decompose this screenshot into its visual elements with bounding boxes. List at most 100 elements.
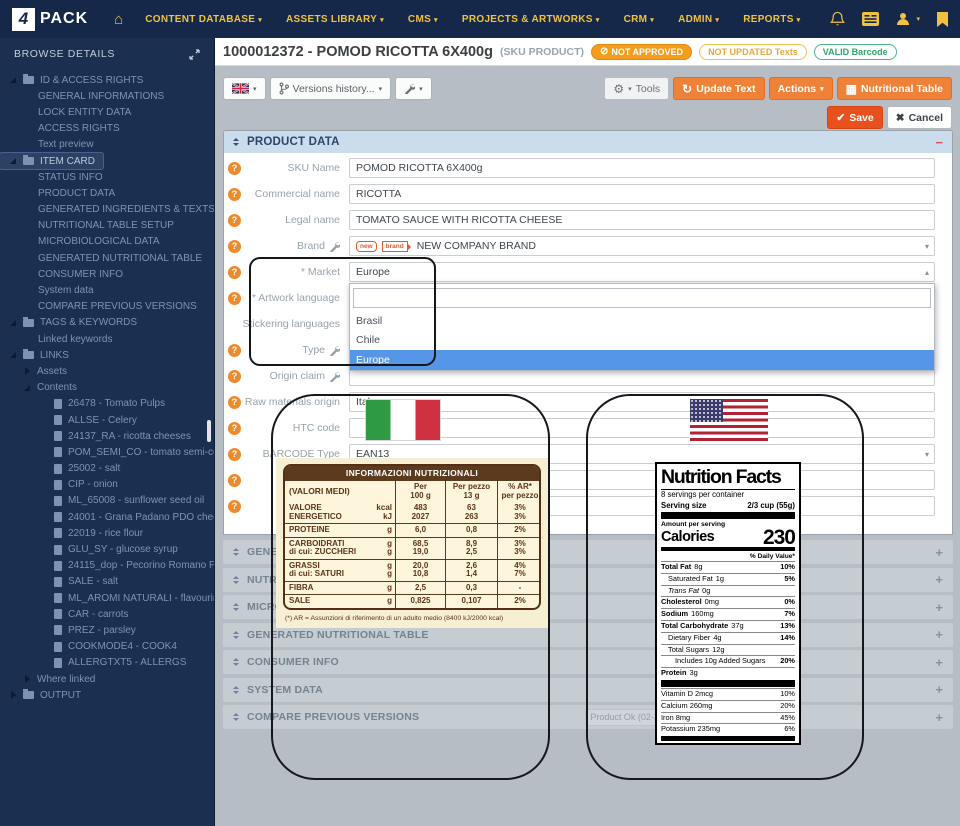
tree-item[interactable]: ML_65008 - sunflower seed oil <box>0 493 214 509</box>
bookmark-icon[interactable] <box>937 11 948 27</box>
expand-section-icon[interactable]: + <box>925 572 943 587</box>
dropdown-option[interactable]: Europe <box>350 350 934 370</box>
dropdown-option[interactable]: Chile <box>350 331 934 351</box>
tree-item[interactable]: GENERATED INGREDIENTS & TEXTS <box>0 202 214 218</box>
help-icon[interactable]: ? <box>228 395 241 409</box>
nav-menu-item[interactable]: ADMIN ▾ <box>678 14 719 25</box>
tree-item[interactable]: Where linked <box>0 671 214 687</box>
tree-item[interactable]: 26478 - Tomato Pulps <box>0 396 214 412</box>
tree-item[interactable]: CIP - onion <box>0 477 214 493</box>
dropdown-option[interactable]: Brasil <box>350 311 934 331</box>
tools-button[interactable]: ⚙ ▾ Tools <box>604 77 670 100</box>
tree-item[interactable]: 22019 - rice flour <box>0 525 214 541</box>
tree-expander-icon[interactable] <box>24 384 32 392</box>
tree-item[interactable]: COMPARE PREVIOUS VERSIONS <box>0 299 214 315</box>
dropdown-search-input[interactable] <box>353 288 931 308</box>
tree-item[interactable]: NUTRITIONAL TABLE SETUP <box>0 218 214 234</box>
expand-section-icon[interactable]: + <box>925 600 943 615</box>
home-icon[interactable]: ⌂ <box>114 11 123 28</box>
help-icon[interactable]: ? <box>228 421 241 435</box>
tree-item[interactable]: SALE - salt <box>0 574 214 590</box>
tree-item[interactable]: MICROBIOLOGICAL DATA <box>0 234 214 250</box>
tree-item[interactable]: GLU_SY - glucose syrup <box>0 541 214 557</box>
tree-item[interactable]: System data <box>0 282 214 298</box>
tree-item[interactable]: Contents <box>0 380 214 396</box>
help-icon[interactable]: ? <box>228 213 241 227</box>
help-icon[interactable]: ? <box>228 343 241 357</box>
tree-item[interactable]: 24001 - Grana Padano PDO cheese <box>0 509 214 525</box>
nav-menu-item[interactable]: REPORTS ▾ <box>743 14 800 25</box>
tree-expander-icon[interactable] <box>10 157 18 165</box>
expand-section-icon[interactable]: + <box>925 545 943 560</box>
nav-menu-item[interactable]: CRM ▾ <box>624 14 655 25</box>
wrench-icon[interactable] <box>329 371 340 382</box>
wrench-icon[interactable] <box>329 241 340 252</box>
nav-menu-item[interactable]: ASSETS LIBRARY ▾ <box>286 14 384 25</box>
tree-item[interactable]: LOCK ENTITY DATA <box>0 104 214 120</box>
tree-item[interactable]: Text preview <box>0 137 214 153</box>
section-bar[interactable]: CONSUMER INFO + <box>223 650 953 674</box>
notifications-bell-icon[interactable] <box>830 11 846 27</box>
help-icon[interactable]: ? <box>228 369 241 383</box>
tree-item[interactable]: GENERAL INFORMATIONS <box>0 88 214 104</box>
user-account-icon[interactable] <box>896 12 910 26</box>
tree-expander-icon[interactable] <box>24 675 32 684</box>
section-bar[interactable]: COMPARE PREVIOUS VERSIONS Product Ok (02… <box>223 705 953 729</box>
help-icon[interactable]: ? <box>228 447 241 461</box>
update-text-button[interactable]: ↻ Update Text <box>673 77 765 100</box>
tree-item[interactable]: ID & ACCESS RIGHTS <box>0 72 214 88</box>
tree-expander-icon[interactable] <box>24 367 32 376</box>
nutritional-table-button[interactable]: ▦ Nutritional Table <box>836 77 952 100</box>
expand-section-icon[interactable]: + <box>929 710 943 725</box>
help-icon[interactable]: ? <box>228 161 241 175</box>
nav-menu-item[interactable]: PROJECTS & ARTWORKS ▾ <box>462 14 600 25</box>
tree-item[interactable]: TAGS & KEYWORDS <box>0 315 214 331</box>
user-caret-icon[interactable]: ▾ <box>916 15 920 23</box>
expand-section-icon[interactable]: + <box>925 682 943 697</box>
tree-item[interactable]: CAR - carrots <box>0 606 214 622</box>
sidebar-scrollbar-thumb[interactable] <box>207 420 211 442</box>
tree-item[interactable]: OUTPUT <box>0 687 214 703</box>
tree-item[interactable]: Assets <box>0 363 214 379</box>
tree-item[interactable]: 24137_RA - ricotta cheeses <box>0 428 214 444</box>
tree-item[interactable]: LINKS <box>0 347 214 363</box>
save-button[interactable]: ✔ Save <box>827 106 883 129</box>
wrench-icon[interactable] <box>329 345 340 356</box>
tree-item[interactable]: ALLSE - Celery <box>0 412 214 428</box>
sidebar-collapse-icon[interactable] <box>189 48 200 60</box>
tools-wrench-button[interactable]: ▾ <box>395 77 432 100</box>
market-select[interactable]: Europe <box>349 262 935 282</box>
tree-item[interactable]: ALLERGTXT5 - ALLERGS <box>0 655 214 671</box>
tree-expander-icon[interactable] <box>10 691 18 700</box>
nav-menu-item[interactable]: CMS ▾ <box>408 14 438 25</box>
tree-item[interactable]: 25002 - salt <box>0 461 214 477</box>
cancel-button[interactable]: ✖ Cancel <box>886 106 952 129</box>
tree-item[interactable]: COOKMODE4 - COOK4 <box>0 639 214 655</box>
help-icon[interactable]: ? <box>228 187 241 201</box>
product-data-section-header[interactable]: PRODUCT DATA − <box>224 131 952 153</box>
help-icon[interactable]: ? <box>228 291 241 305</box>
expand-section-icon[interactable]: + <box>925 627 943 642</box>
help-icon[interactable]: ? <box>228 473 241 487</box>
commercial-name-input[interactable] <box>349 184 935 204</box>
tree-item[interactable]: STATUS INFO <box>0 169 214 185</box>
nav-menu-item[interactable]: CONTENT DATABASE ▾ <box>145 14 262 25</box>
actions-button[interactable]: Actions ▾ <box>768 77 833 100</box>
tree-item[interactable]: Linked keywords <box>0 331 214 347</box>
tree-expander-icon[interactable] <box>10 76 18 84</box>
tree-item[interactable]: POM_SEMI_CO - tomato semi-concent <box>0 444 214 460</box>
tree-item[interactable]: CONSUMER INFO <box>0 266 214 282</box>
help-icon[interactable]: ? <box>228 265 241 279</box>
apps-grid-icon[interactable] <box>862 12 880 26</box>
brand-select[interactable]: new brand NEW COMPANY BRAND <box>349 236 935 256</box>
collapse-section-icon[interactable]: − <box>935 135 943 150</box>
tree-item[interactable]: GENERATED NUTRITIONAL TABLE <box>0 250 214 266</box>
tree-item[interactable]: PRODUCT DATA <box>0 185 214 201</box>
help-icon[interactable]: ? <box>228 239 241 253</box>
help-icon[interactable]: ? <box>228 499 241 513</box>
expand-section-icon[interactable]: + <box>925 655 943 670</box>
tree-expander-icon[interactable] <box>10 351 18 359</box>
versions-history-button[interactable]: Versions history... ▾ <box>269 77 392 100</box>
legal-name-input[interactable] <box>349 210 935 230</box>
section-bar[interactable]: SYSTEM DATA + <box>223 677 953 702</box>
